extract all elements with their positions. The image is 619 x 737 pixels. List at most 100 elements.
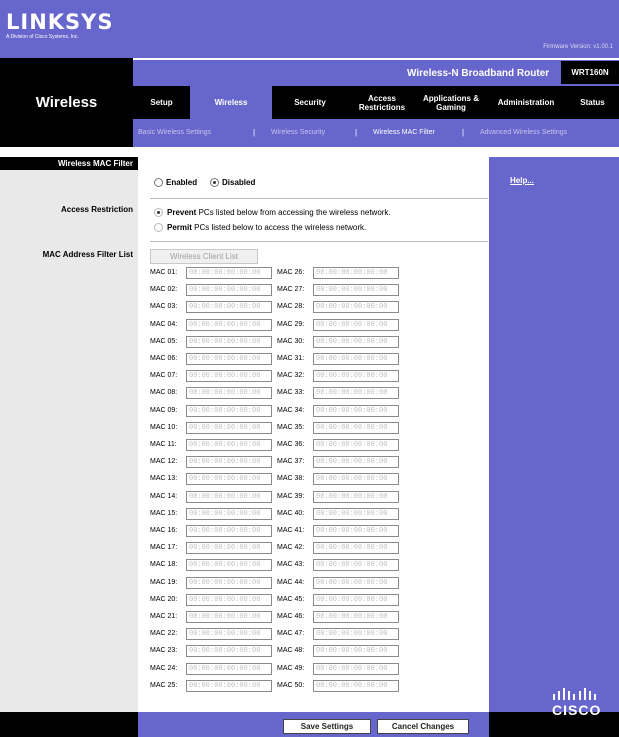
subnav-wireless-security[interactable]: Wireless Security	[271, 129, 325, 136]
mac-address-input[interactable]: 00:00:00:00:00:00	[186, 473, 272, 485]
mac-address-input[interactable]: 00:00:00:00:00:00	[313, 284, 399, 296]
mac-address-input[interactable]: 00:00:00:00:00:00	[313, 508, 399, 520]
cisco-logo: CISCO	[552, 702, 602, 718]
mac-label: MAC 29:	[277, 321, 305, 328]
mac-address-input[interactable]: 00:00:00:00:00:00	[186, 577, 272, 589]
mac-address-input[interactable]: 00:00:00:00:00:00	[313, 353, 399, 365]
mac-address-input[interactable]: 00:00:00:00:00:00	[186, 611, 272, 623]
tab-security[interactable]: Security	[272, 86, 348, 119]
mac-address-input[interactable]: 00:00:00:00:00:00	[313, 422, 399, 434]
mac-address-input[interactable]: 00:00:00:00:00:00	[186, 456, 272, 468]
mac-label: MAC 15:	[150, 510, 178, 517]
mac-label: MAC 23:	[150, 647, 178, 654]
disabled-radio[interactable]	[210, 178, 219, 187]
mac-address-input[interactable]: 00:00:00:00:00:00	[186, 353, 272, 365]
mac-address-input[interactable]: 00:00:00:00:00:00	[186, 439, 272, 451]
mac-address-input[interactable]: 00:00:00:00:00:00	[186, 422, 272, 434]
mac-address-input[interactable]: 00:00:00:00:00:00	[313, 628, 399, 640]
mac-address-input[interactable]: 00:00:00:00:00:00	[313, 370, 399, 382]
mac-address-input[interactable]: 00:00:00:00:00:00	[186, 645, 272, 657]
mac-address-input[interactable]: 00:00:00:00:00:00	[313, 594, 399, 606]
tab-access-restrictions-label: Access Restrictions	[358, 93, 406, 112]
mac-label: MAC 09:	[150, 407, 178, 414]
subnav-wireless-mac-filter[interactable]: Wireless MAC Filter	[373, 129, 435, 136]
subnav-separator: |	[462, 128, 465, 137]
mac-label: MAC 34:	[277, 407, 305, 414]
mac-label: MAC 24:	[150, 665, 178, 672]
mac-label: MAC 22:	[150, 630, 178, 637]
mac-label: MAC 21:	[150, 613, 178, 620]
mac-label: MAC 10:	[150, 424, 178, 431]
mac-label: MAC 43:	[277, 561, 305, 568]
mac-address-input[interactable]: 00:00:00:00:00:00	[186, 370, 272, 382]
label-column	[0, 157, 138, 712]
prevent-radio[interactable]	[154, 208, 163, 217]
mac-label: MAC 12:	[150, 458, 178, 465]
cancel-changes-button[interactable]: Cancel Changes	[377, 719, 469, 734]
mac-address-input[interactable]: 00:00:00:00:00:00	[313, 645, 399, 657]
mac-address-input[interactable]: 00:00:00:00:00:00	[186, 319, 272, 331]
mac-address-input[interactable]: 00:00:00:00:00:00	[313, 319, 399, 331]
help-panel	[489, 157, 619, 712]
mac-address-input[interactable]: 00:00:00:00:00:00	[186, 508, 272, 520]
mac-address-input[interactable]: 00:00:00:00:00:00	[186, 387, 272, 399]
mac-label: MAC 04:	[150, 321, 178, 328]
tab-wireless[interactable]: Wireless	[190, 86, 272, 119]
mac-address-input[interactable]: 00:00:00:00:00:00	[313, 387, 399, 399]
mac-address-input[interactable]: 00:00:00:00:00:00	[186, 336, 272, 348]
mac-address-input[interactable]: 00:00:00:00:00:00	[313, 663, 399, 675]
mac-address-input[interactable]: 00:00:00:00:00:00	[186, 525, 272, 537]
mac-label: MAC 20:	[150, 596, 178, 603]
mac-address-input[interactable]: 00:00:00:00:00:00	[186, 663, 272, 675]
mac-address-input[interactable]: 00:00:00:00:00:00	[186, 267, 272, 279]
tab-status[interactable]: Status	[566, 86, 619, 119]
mac-address-input[interactable]: 00:00:00:00:00:00	[313, 405, 399, 417]
mac-label: MAC 31:	[277, 355, 305, 362]
mac-address-input[interactable]: 00:00:00:00:00:00	[186, 405, 272, 417]
permit-text: Permit PCs listed below to access the wi…	[167, 223, 366, 232]
save-settings-button[interactable]: Save Settings	[283, 719, 371, 734]
subnav-advanced-wireless-settings[interactable]: Advanced Wireless Settings	[480, 129, 567, 136]
mac-label: MAC 47:	[277, 630, 305, 637]
prevent-bold: Prevent	[167, 208, 197, 217]
mac-address-input[interactable]: 00:00:00:00:00:00	[186, 594, 272, 606]
tab-setup[interactable]: Setup	[133, 86, 190, 119]
tab-administration[interactable]: Administration	[486, 86, 566, 119]
mac-address-input[interactable]: 00:00:00:00:00:00	[313, 473, 399, 485]
mac-label: MAC 42:	[277, 544, 305, 551]
permit-radio[interactable]	[154, 223, 163, 232]
mac-address-input[interactable]: 00:00:00:00:00:00	[186, 491, 272, 503]
mac-address-input[interactable]: 00:00:00:00:00:00	[186, 680, 272, 692]
mac-address-input[interactable]: 00:00:00:00:00:00	[313, 680, 399, 692]
mac-label: MAC 33:	[277, 389, 305, 396]
mac-address-input[interactable]: 00:00:00:00:00:00	[313, 525, 399, 537]
mac-address-input[interactable]: 00:00:00:00:00:00	[313, 456, 399, 468]
mac-address-input[interactable]: 00:00:00:00:00:00	[313, 301, 399, 313]
mac-label: MAC 35:	[277, 424, 305, 431]
enabled-radio[interactable]	[154, 178, 163, 187]
mac-address-input[interactable]: 00:00:00:00:00:00	[313, 577, 399, 589]
mac-address-input[interactable]: 00:00:00:00:00:00	[313, 439, 399, 451]
cisco-logo-bars-icon	[553, 688, 596, 700]
wireless-client-list-button[interactable]: Wireless Client List	[150, 249, 258, 264]
mac-address-input[interactable]: 00:00:00:00:00:00	[186, 628, 272, 640]
mac-address-input[interactable]: 00:00:00:00:00:00	[313, 559, 399, 571]
tab-access-restrictions[interactable]: Access Restrictions	[348, 86, 416, 119]
tab-applications-gaming[interactable]: Applications & Gaming	[416, 86, 486, 119]
mac-address-input[interactable]: 00:00:00:00:00:00	[186, 559, 272, 571]
mac-address-input[interactable]: 00:00:00:00:00:00	[186, 542, 272, 554]
mac-label: MAC 41:	[277, 527, 305, 534]
mac-address-input[interactable]: 00:00:00:00:00:00	[186, 301, 272, 313]
mac-address-input[interactable]: 00:00:00:00:00:00	[313, 491, 399, 503]
mac-label: MAC 26:	[277, 269, 305, 276]
help-link[interactable]: Help...	[510, 176, 534, 185]
mac-label: MAC 36:	[277, 441, 305, 448]
mac-address-input[interactable]: 00:00:00:00:00:00	[313, 611, 399, 623]
mac-label: MAC 39:	[277, 493, 305, 500]
mac-address-input[interactable]: 00:00:00:00:00:00	[313, 336, 399, 348]
mac-address-input[interactable]: 00:00:00:00:00:00	[186, 284, 272, 296]
mac-address-input[interactable]: 00:00:00:00:00:00	[313, 267, 399, 279]
subnav-basic-wireless-settings[interactable]: Basic Wireless Settings	[138, 129, 211, 136]
mac-address-input[interactable]: 00:00:00:00:00:00	[313, 542, 399, 554]
mac-label: MAC 18:	[150, 561, 178, 568]
